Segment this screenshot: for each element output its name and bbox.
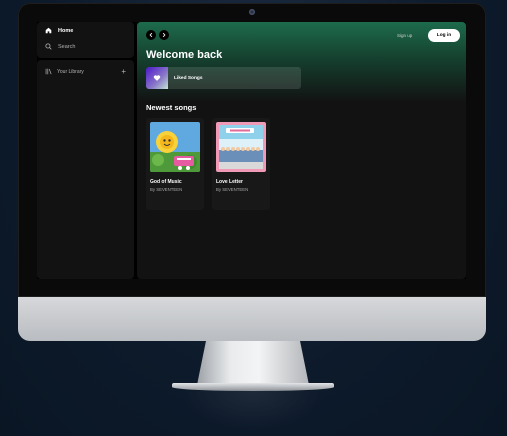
chevron-left-icon — [149, 32, 153, 38]
sidebar-item-label: Home — [58, 27, 74, 34]
search-icon — [45, 43, 52, 50]
liked-songs-label: Liked Songs — [174, 75, 203, 81]
header-gradient — [137, 22, 466, 102]
monitor-stand-base — [172, 383, 334, 391]
monitor-stand-neck — [197, 341, 309, 385]
forward-button[interactable] — [159, 30, 169, 40]
sidebar-item-home[interactable]: Home — [45, 27, 73, 34]
camera-icon — [249, 9, 255, 15]
heart-icon — [153, 75, 161, 81]
album-card[interactable]: God of Music By SEVENTEEN — [146, 118, 204, 210]
sidebar-item-search[interactable]: Search — [45, 43, 75, 50]
app-screen: Home Search Your Library + Sign up Log i… — [37, 22, 466, 279]
section-title: Newest songs — [146, 103, 197, 112]
album-cover-god-of-music — [150, 122, 200, 172]
sidebar-item-label: Search — [58, 43, 76, 50]
library-icon — [45, 68, 52, 75]
chevron-right-icon — [162, 32, 166, 38]
library-label: Your Library — [57, 68, 84, 75]
add-library-button[interactable]: + — [121, 67, 126, 75]
login-button[interactable]: Log in — [428, 29, 460, 42]
history-nav — [146, 30, 169, 40]
home-icon — [45, 27, 52, 34]
sidebar-nav: Home Search — [37, 22, 134, 58]
liked-songs-shortcut[interactable]: Liked Songs — [146, 67, 301, 89]
card-title: Love Letter — [216, 179, 243, 185]
back-button[interactable] — [146, 30, 156, 40]
album-card[interactable]: Love Letter By SEVENTEEN — [212, 118, 270, 210]
page-title: Welcome back — [146, 49, 223, 61]
main-panel: Sign up Log in Welcome back Liked Songs … — [137, 22, 466, 279]
stand-reflection — [180, 391, 326, 431]
library-header: Your Library + — [45, 67, 126, 75]
card-subtitle: By SEVENTEEN — [150, 187, 183, 192]
card-subtitle: By SEVENTEEN — [216, 187, 249, 192]
signup-button[interactable]: Sign up — [397, 33, 412, 38]
album-cover-love-letter — [216, 122, 266, 172]
sidebar-library: Your Library + — [37, 60, 134, 279]
liked-songs-art — [146, 67, 168, 89]
your-library-button[interactable]: Your Library — [45, 68, 84, 75]
card-title: God of Music — [150, 179, 182, 185]
monitor-chin — [18, 297, 486, 341]
